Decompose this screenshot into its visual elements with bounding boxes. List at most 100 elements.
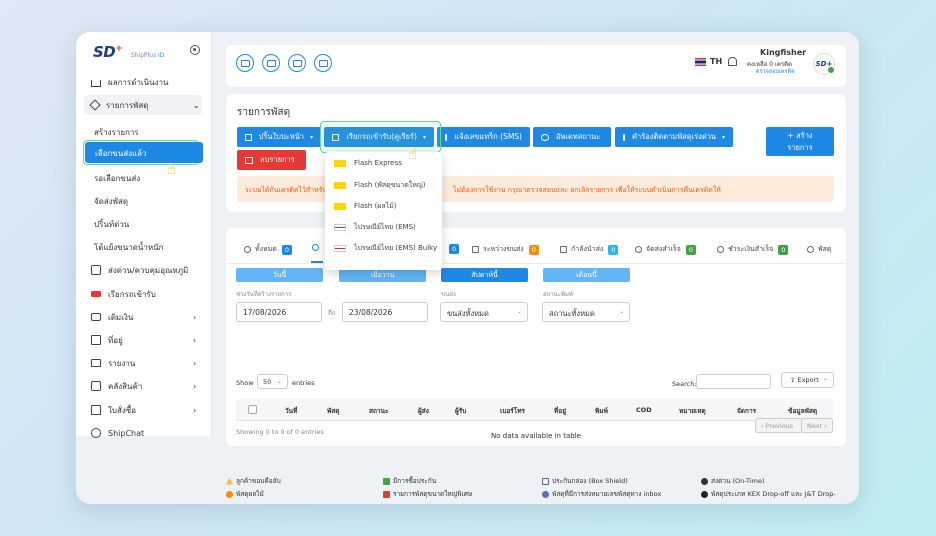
- settings-gear-icon[interactable]: [190, 45, 200, 55]
- warning-icon: [623, 133, 625, 141]
- carrier-select[interactable]: ขนส่งทั้งหมด ⌄: [440, 302, 528, 322]
- dropdown-item-flash-fruit[interactable]: Flash (ผลไม้): [334, 201, 397, 212]
- export-button[interactable]: ⇪ Export ⌄: [781, 372, 834, 388]
- sidebar-subitem-quick-print[interactable]: ปริ้นท์ด่วน: [94, 218, 129, 231]
- sidebar-item-parcels[interactable]: รายการพัสดุ: [89, 97, 148, 113]
- brand-logo[interactable]: SD + ShipPlus ID: [93, 43, 164, 61]
- dropdown-item-flash-bulky[interactable]: Flash (พัสดุขนาดใหญ่): [334, 180, 426, 191]
- tab-label: กำลังนำส่ง: [571, 245, 604, 253]
- sidebar-item-shipchat[interactable]: ShipChat: [91, 425, 144, 441]
- page-title: รายการพัสดุ: [237, 107, 291, 118]
- print-status-value: สถานะทั้งหมด: [549, 309, 595, 318]
- legend-label: พัสดุประเภท KEX Drop-off และ J&T Drop-: [711, 490, 836, 498]
- column-header-print[interactable]: พิมพ์: [595, 406, 608, 416]
- column-header-cod[interactable]: COD: [636, 406, 652, 414]
- column-header-manage[interactable]: จัดการ: [737, 406, 756, 416]
- sidebar-item-warehouse[interactable]: คลังสินค้า: [91, 378, 142, 394]
- sidebar-item-topup[interactable]: เติมเงิน: [91, 309, 133, 325]
- column-header-phone[interactable]: เบอร์โทร: [500, 406, 525, 416]
- tab-pending[interactable]: [312, 244, 323, 251]
- create-order-button[interactable]: + สร้าง รายการ: [766, 127, 834, 156]
- tab-delivered[interactable]: จัดส่งสำเร็จ 0: [635, 244, 696, 255]
- sidebar-subitem-create[interactable]: สร้างรายการ: [94, 126, 139, 139]
- quick-action-document-icon[interactable]: [288, 54, 306, 72]
- bell-icon[interactable]: [728, 57, 737, 66]
- tab-delivering[interactable]: กำลังนำส่ง 0: [560, 244, 619, 255]
- folder-icon: [91, 359, 101, 367]
- box-icon: [560, 246, 567, 253]
- dropdown-item-flash-express[interactable]: Flash Express: [334, 159, 402, 167]
- print-status-select[interactable]: สถานะทั้งหมด ⌄: [542, 302, 630, 322]
- dropdown-item-label: ไปรษณีย์ไทย (EMS) Bulky: [354, 244, 438, 252]
- sidebar-subitem-ship[interactable]: จัดส่งพัสดุ: [94, 195, 128, 208]
- sidebar-item-express[interactable]: ส่งด่วน/ควบคุมอุณหภูมิ: [91, 262, 188, 278]
- column-header-address[interactable]: ที่อยู่: [554, 406, 566, 416]
- search-input[interactable]: [696, 374, 771, 389]
- column-header-sender[interactable]: ผู้ส่ง: [418, 406, 429, 416]
- sidebar-subitem-carrier-selected[interactable]: เลือกขนส่งแล้ว: [85, 142, 203, 163]
- flash-logo-icon: [334, 159, 346, 167]
- previous-label: ‹ Previous: [761, 422, 794, 430]
- period-today-button[interactable]: วันนี้: [236, 268, 323, 282]
- update-status-button[interactable]: อัพเดทสถานะ: [533, 127, 611, 147]
- quick-action-list-icon[interactable]: [314, 54, 332, 72]
- sidebar-item-dashboard[interactable]: ผลการดำเนินงาน: [91, 74, 168, 90]
- tab-count-hidden[interactable]: 0: [444, 244, 460, 254]
- flash-logo-icon: [334, 203, 346, 210]
- sidebar-subitem-awaiting-carrier[interactable]: รอเลือกขนส่ง: [94, 172, 140, 185]
- button-label: + สร้าง: [787, 130, 813, 140]
- chevron-right-icon[interactable]: ›: [193, 355, 196, 371]
- date-to-input[interactable]: 23/08/2026: [342, 302, 428, 322]
- tab-paid[interactable]: ชำระเงินสำเร็จ 0: [717, 244, 789, 255]
- legend-fruit-parcel: พัสดุผลไม้: [226, 489, 264, 499]
- tab-all[interactable]: ทั้งหมด 0: [244, 244, 292, 255]
- quick-action-parcel-icon[interactable]: [236, 54, 254, 72]
- chevron-down-icon[interactable]: ⌄: [193, 97, 200, 113]
- chevron-right-icon[interactable]: ›: [193, 309, 196, 325]
- column-header-status[interactable]: สถานะ: [369, 406, 389, 416]
- column-header-note[interactable]: หมายเหตุ: [679, 406, 706, 416]
- delete-order-button[interactable]: ลบรายการ: [237, 150, 306, 170]
- period-yesterday-button[interactable]: เมื่อวาน: [339, 268, 426, 282]
- thai-flag-icon[interactable]: [695, 58, 706, 66]
- chevron-right-icon[interactable]: ›: [193, 378, 196, 394]
- wallet-icon: [91, 313, 101, 321]
- dropdown-item-thaipost-ems[interactable]: ไปรษณีย์ไทย (EMS): [334, 222, 416, 233]
- chevron-right-icon[interactable]: ›: [193, 402, 196, 418]
- urgent-tracking-button[interactable]: คำร้องติดตามพัสดุเร่งด่วน ▾: [615, 127, 733, 147]
- pagination-next[interactable]: Next ›: [801, 418, 833, 433]
- button-label: แจ้งเลขแทร็ก (SMS): [454, 132, 522, 141]
- sidebar-item-address[interactable]: ที่อยู่: [91, 332, 123, 348]
- chevron-right-icon[interactable]: ›: [193, 332, 196, 348]
- check-credit-link[interactable]: ตรวจสอบเครดิต: [756, 68, 795, 76]
- sidebar-item-label: ผลการดำเนินงาน: [108, 77, 169, 87]
- period-this-month-button[interactable]: เดือนนี้: [543, 268, 630, 282]
- sidebar-item-report[interactable]: รายงาน: [91, 355, 135, 371]
- quick-action-truck-icon[interactable]: [262, 54, 280, 72]
- column-header-parcel[interactable]: พัสดุ: [327, 406, 339, 416]
- column-header-date[interactable]: วันที่: [285, 406, 297, 416]
- column-header-receiver[interactable]: ผู้รับ: [455, 406, 466, 416]
- inbox-icon: [542, 490, 549, 498]
- sidebar-item-purchase-order[interactable]: ใบสั่งซื้อ: [91, 402, 136, 418]
- check-circle-icon: [635, 246, 642, 253]
- printer-icon: [245, 133, 252, 141]
- dropdown-item-thaipost-ems-bulky[interactable]: ไปรษณีย์ไทย (EMS) Bulky: [334, 243, 437, 254]
- period-this-week-button[interactable]: สัปดาห์นี้: [441, 268, 528, 282]
- page-size-select[interactable]: 50 ⌄: [257, 374, 288, 389]
- avatar[interactable]: SD+: [813, 53, 835, 75]
- dropdown-item-label: ไปรษณีย์ไทย (EMS): [354, 223, 416, 231]
- pagination-previous[interactable]: ‹ Previous: [755, 418, 803, 433]
- tab-in-transit[interactable]: ระหว่างขนส่ง 0: [472, 244, 539, 255]
- column-header-parcel-info[interactable]: ข้อมูลพัสดุ: [788, 406, 817, 416]
- sidebar-subitem-weight-dispute[interactable]: โต้แย้งขนาดน้ำหนัก: [94, 241, 163, 254]
- sms-tracking-button[interactable]: แจ้งเลขแทร็ก (SMS): [437, 127, 530, 147]
- language-switch[interactable]: TH: [710, 57, 722, 66]
- thaipost-logo-icon: [334, 245, 346, 252]
- date-from-input[interactable]: 17/08/2026: [236, 302, 322, 322]
- tab-parcel-more[interactable]: พัสดุ: [807, 244, 831, 255]
- sidebar-item-pickup[interactable]: เรียกรถเข้ารับ: [91, 286, 156, 302]
- legend-box-shield: ประกันกล่อง (Box Shield): [542, 476, 628, 486]
- print-label-button[interactable]: ปริ้นใบปะหน้า ▾: [237, 127, 321, 147]
- select-all-checkbox[interactable]: [248, 405, 257, 414]
